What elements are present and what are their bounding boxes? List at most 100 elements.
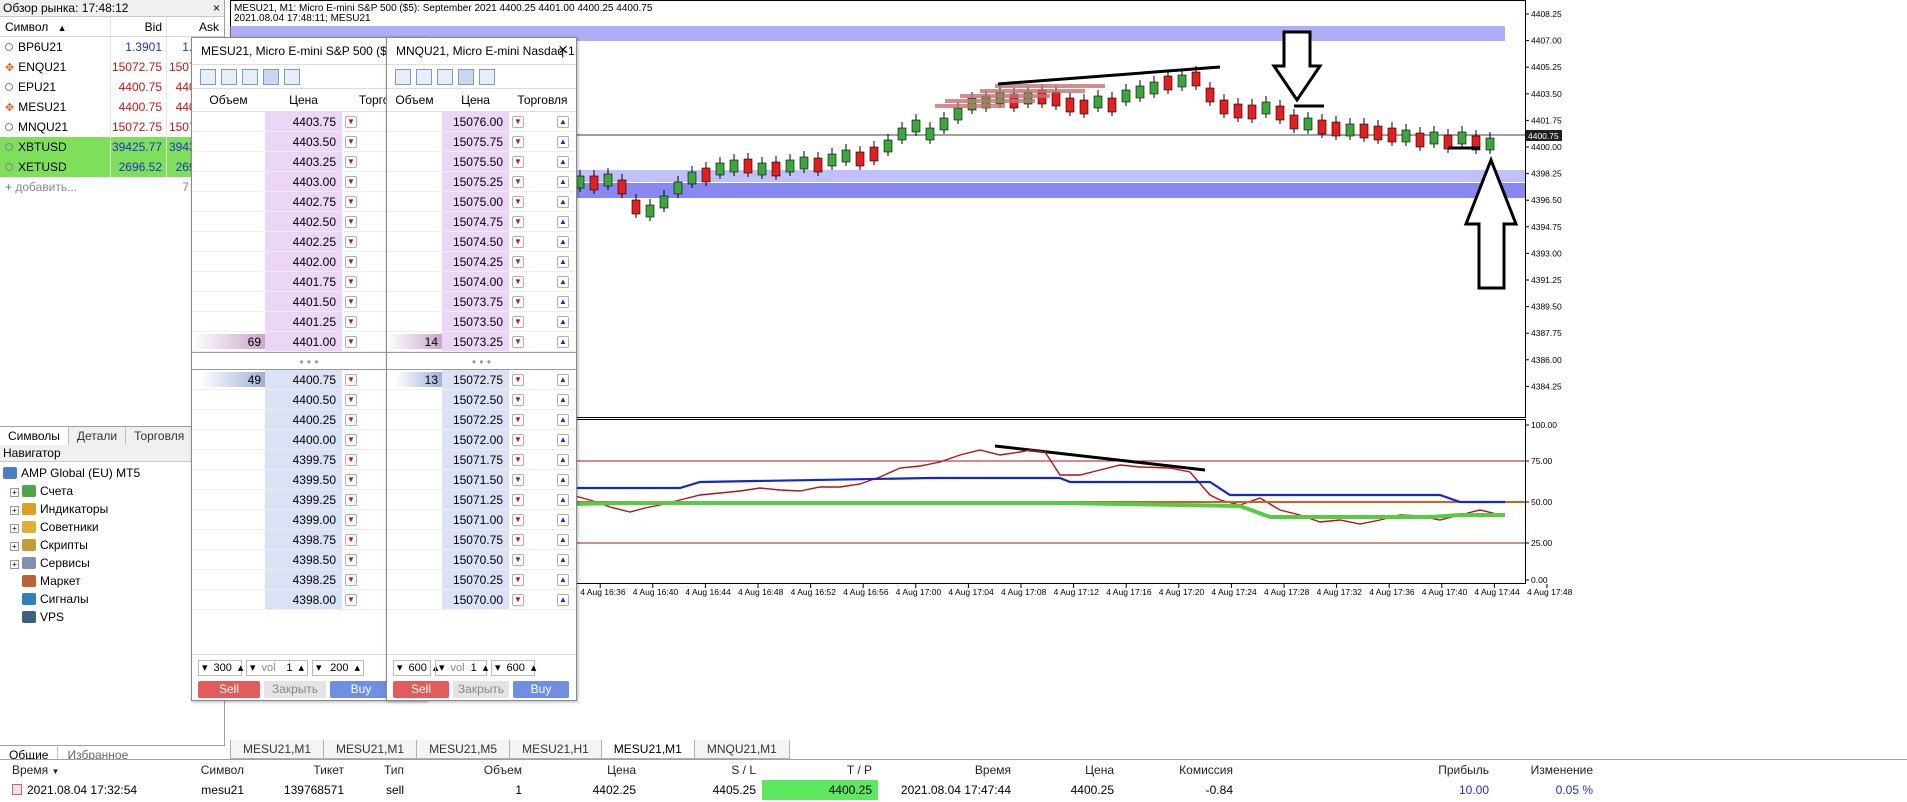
- sell-limit-icon[interactable]: ▼: [512, 373, 524, 386]
- bid-level-row[interactable]: 15071.00 ▼ ▲: [387, 510, 576, 530]
- bid-level-row[interactable]: 15070.25 ▼ ▲: [387, 570, 576, 590]
- spin-up-icon[interactable]: ▴: [351, 661, 363, 675]
- sell-limit-icon[interactable]: ▼: [512, 433, 524, 446]
- ask-level-row[interactable]: 15075.25 ▼ ▲: [387, 172, 576, 192]
- chart-tab[interactable]: MESU21,M5: [416, 740, 511, 759]
- bid-level-row[interactable]: 15072.00 ▼ ▲: [387, 430, 576, 450]
- chart-tab[interactable]: MESU21,H1: [509, 740, 602, 759]
- expand-icon[interactable]: +: [10, 506, 19, 515]
- buy-limit-icon[interactable]: ▲: [557, 275, 569, 288]
- levels-icon[interactable]: [284, 68, 300, 85]
- buy-limit-icon[interactable]: ▲: [557, 155, 569, 168]
- buy-limit-icon[interactable]: ▲: [557, 513, 569, 526]
- sell-limit-icon[interactable]: ▼: [345, 275, 357, 288]
- chart-tab[interactable]: MESU21,M1: [323, 740, 418, 759]
- close-position-button[interactable]: Закрыть: [453, 681, 509, 698]
- sell-limit-icon[interactable]: ▼: [345, 493, 357, 506]
- sell-limit-icon[interactable]: ▼: [512, 275, 524, 288]
- col-symbol[interactable]: Символ ▲: [0, 17, 111, 36]
- ask-level-row[interactable]: 15073.75 ▼ ▲: [387, 292, 576, 312]
- col-symbol[interactable]: Символ: [140, 760, 250, 780]
- sell-limit-icon[interactable]: ▼: [345, 315, 357, 328]
- bid-level-row[interactable]: 15070.00 ▼ ▲: [387, 590, 576, 610]
- bid-level-row[interactable]: 15071.25 ▼ ▲: [387, 490, 576, 510]
- position-row[interactable]: 2021.08.04 17:32:54 mesu21 139768571 sel…: [0, 780, 1907, 800]
- buy-limit-icon[interactable]: ▲: [557, 473, 569, 486]
- buy-button[interactable]: Buy: [330, 681, 392, 698]
- col-tp[interactable]: T / P: [762, 760, 878, 780]
- spin-down-icon[interactable]: ▾: [199, 661, 211, 675]
- bid-level-row[interactable]: 15072.50 ▼ ▲: [387, 390, 576, 410]
- tp-points-stepper[interactable]: ▾ 200 ▴: [312, 660, 364, 676]
- sell-limit-icon[interactable]: ▼: [512, 393, 524, 406]
- bid-level-row[interactable]: 15070.50 ▼ ▲: [387, 550, 576, 570]
- sell-limit-icon[interactable]: ▼: [345, 593, 357, 606]
- spin-down-icon[interactable]: ▾: [247, 661, 259, 675]
- sell-limit-icon[interactable]: ▼: [512, 255, 524, 268]
- sell-limit-icon[interactable]: ▼: [345, 295, 357, 308]
- sell-limit-icon[interactable]: ▼: [345, 533, 357, 546]
- sell-limit-icon[interactable]: ▼: [512, 533, 524, 546]
- sell-limit-icon[interactable]: ▼: [512, 155, 524, 168]
- sell-limit-icon[interactable]: ▼: [512, 335, 524, 348]
- buy-limit-icon[interactable]: ▲: [557, 593, 569, 606]
- position-sl[interactable]: 4405.25: [642, 780, 762, 800]
- sell-limit-icon[interactable]: ▼: [512, 513, 524, 526]
- sell-limit-icon[interactable]: ▼: [345, 195, 357, 208]
- col-price2[interactable]: Цена: [1017, 760, 1120, 780]
- ask-level-row[interactable]: 15073.50 ▼ ▲: [387, 312, 576, 332]
- buy-limit-icon[interactable]: ▲: [557, 195, 569, 208]
- col-change[interactable]: Изменение: [1495, 760, 1599, 780]
- sell-limit-icon[interactable]: ▼: [512, 593, 524, 606]
- col-time[interactable]: Время ▼: [0, 760, 140, 780]
- position-tp[interactable]: 4400.25: [762, 780, 878, 800]
- buy-limit-icon[interactable]: ▲: [557, 255, 569, 268]
- expand-icon[interactable]: +: [10, 560, 19, 569]
- sell-limit-icon[interactable]: ▼: [512, 175, 524, 188]
- buy-limit-icon[interactable]: ▲: [557, 493, 569, 506]
- buy-limit-icon[interactable]: ▲: [557, 453, 569, 466]
- sell-limit-icon[interactable]: ▼: [345, 393, 357, 406]
- tab-symbols[interactable]: Символы: [0, 427, 69, 445]
- buy-limit-icon[interactable]: ▲: [557, 135, 569, 148]
- sell-limit-icon[interactable]: ▼: [345, 473, 357, 486]
- sell-limit-icon[interactable]: ▼: [512, 215, 524, 228]
- close-icon[interactable]: ×: [558, 40, 568, 60]
- buy-limit-icon[interactable]: ▲: [557, 413, 569, 426]
- close-icon[interactable]: ×: [213, 0, 220, 17]
- refresh-icon[interactable]: [242, 68, 258, 85]
- sell-limit-icon[interactable]: ▼: [345, 155, 357, 168]
- sell-limit-icon[interactable]: ▼: [512, 473, 524, 486]
- settings-icon[interactable]: [221, 68, 237, 85]
- sell-limit-icon[interactable]: ▼: [345, 373, 357, 386]
- col-volume[interactable]: Объем: [410, 760, 528, 780]
- sell-limit-icon[interactable]: ▼: [512, 135, 524, 148]
- refresh-icon[interactable]: [437, 68, 453, 85]
- sell-button[interactable]: Sell: [198, 681, 260, 698]
- col-type[interactable]: Тип: [350, 760, 410, 780]
- sell-limit-icon[interactable]: ▼: [512, 573, 524, 586]
- ask-level-row[interactable]: 15075.00 ▼ ▲: [387, 192, 576, 212]
- ask-level-row[interactable]: 15075.50 ▼ ▲: [387, 152, 576, 172]
- spin-up-icon[interactable]: ▴: [235, 661, 247, 675]
- spin-down-icon[interactable]: ▾: [313, 661, 325, 675]
- sell-limit-icon[interactable]: ▼: [512, 295, 524, 308]
- chart-icon[interactable]: [395, 68, 411, 85]
- close-position-button[interactable]: Закрыть: [264, 681, 326, 698]
- ask-level-row[interactable]: 15074.75 ▼ ▲: [387, 212, 576, 232]
- sell-limit-icon[interactable]: ▼: [345, 115, 357, 128]
- col-profit[interactable]: Прибыль: [1239, 760, 1495, 780]
- sell-limit-icon[interactable]: ▼: [512, 315, 524, 328]
- buy-limit-icon[interactable]: ▲: [557, 553, 569, 566]
- tab-trading[interactable]: Торговля: [126, 427, 194, 445]
- levels-icon[interactable]: [479, 68, 495, 85]
- sell-limit-icon[interactable]: ▼: [345, 235, 357, 248]
- sell-limit-icon[interactable]: ▼: [345, 513, 357, 526]
- chart-tab[interactable]: MNQU21,M1: [693, 740, 790, 759]
- sell-limit-icon[interactable]: ▼: [345, 453, 357, 466]
- sell-limit-icon[interactable]: ▼: [345, 255, 357, 268]
- buy-limit-icon[interactable]: ▲: [557, 433, 569, 446]
- ask-level-row[interactable]: 15074.00 ▼ ▲: [387, 272, 576, 292]
- sell-limit-icon[interactable]: ▼: [345, 413, 357, 426]
- expand-icon[interactable]: +: [10, 542, 19, 551]
